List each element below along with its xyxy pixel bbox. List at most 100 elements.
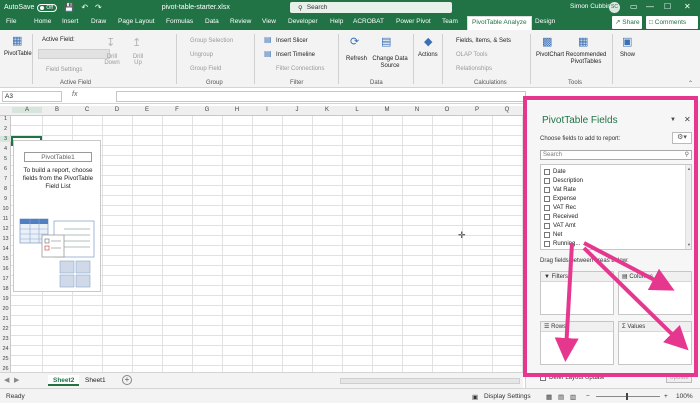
horizontal-scrollbar[interactable] <box>340 378 520 384</box>
tab-page-layout[interactable]: Page Layout <box>118 18 155 25</box>
field-checkbox[interactable] <box>544 232 550 238</box>
row-header[interactable]: 2 <box>0 126 11 132</box>
formula-input[interactable] <box>116 91 526 102</box>
fx-icon[interactable]: fx <box>72 91 77 98</box>
pane-options-icon[interactable]: ▼ <box>670 117 676 123</box>
tab-power-pivot[interactable]: Power Pivot <box>396 18 431 25</box>
column-header[interactable]: M <box>372 107 402 113</box>
row-header[interactable]: 17 <box>0 276 11 282</box>
row-header[interactable]: 15 <box>0 256 11 262</box>
row-header[interactable]: 7 <box>0 176 11 182</box>
sheet-tab-sheet1[interactable]: Sheet1 <box>80 375 111 386</box>
save-icon[interactable]: 💾 <box>64 3 74 12</box>
column-header[interactable]: N <box>402 107 432 113</box>
tab-design[interactable]: Design <box>535 18 555 25</box>
zoom-out-icon[interactable]: − <box>586 393 590 400</box>
minimize-icon[interactable]: — <box>646 2 654 11</box>
refresh-button[interactable]: Refresh <box>346 56 367 62</box>
defer-layout-update[interactable]: Defer Layout Update <box>540 375 604 381</box>
column-header[interactable]: O <box>432 107 462 113</box>
rows-area[interactable]: ☰ Rows <box>540 321 614 365</box>
gear-icon[interactable]: ⚙▾ <box>672 132 692 144</box>
row-header[interactable]: 3 <box>0 136 11 142</box>
pivottable-placeholder[interactable]: PivotTable1 To build a report, choose fi… <box>13 140 101 292</box>
fields-items-sets-button[interactable]: Fields, Items, & Sets <box>456 38 511 44</box>
row-header[interactable]: 25 <box>0 356 11 362</box>
zoom-level[interactable]: 100% <box>676 393 693 400</box>
zoom-slider-handle[interactable] <box>626 393 628 400</box>
close-icon[interactable]: ✕ <box>684 115 691 124</box>
display-settings-button[interactable]: Display Settings <box>484 393 531 400</box>
column-header[interactable]: F <box>162 107 192 113</box>
maximize-icon[interactable]: ☐ <box>664 2 671 11</box>
autosave-toggle[interactable]: Off <box>37 3 58 12</box>
column-header[interactable]: I <box>252 107 282 113</box>
field-checkbox[interactable] <box>544 205 550 211</box>
field-item-net[interactable]: Net <box>544 232 562 238</box>
page-layout-view-icon[interactable]: ▤ <box>558 393 564 401</box>
name-box[interactable]: A3 <box>2 91 62 102</box>
share-button[interactable]: ↗ Share <box>612 16 642 29</box>
row-header[interactable]: 24 <box>0 346 11 352</box>
row-header[interactable]: 19 <box>0 296 11 302</box>
change-data-source-button[interactable]: Change Data Source <box>370 56 410 70</box>
tab-pivottable-analyze[interactable]: PivotTable Analyze <box>467 16 532 30</box>
filters-area[interactable]: ▼ Filters <box>540 271 614 315</box>
undo-icon[interactable]: ↶ <box>81 3 88 12</box>
row-header[interactable]: 22 <box>0 326 11 332</box>
collapse-ribbon-icon[interactable]: ⌃ <box>688 80 693 87</box>
zoom-slider[interactable] <box>596 396 660 397</box>
row-header[interactable]: 12 <box>0 226 11 232</box>
row-header[interactable]: 8 <box>0 186 11 192</box>
row-header[interactable]: 1 <box>0 116 11 122</box>
column-header[interactable]: A <box>12 107 42 113</box>
row-header[interactable]: 13 <box>0 236 11 242</box>
field-search-input[interactable]: Search ⚲ <box>540 150 692 160</box>
field-checkbox[interactable] <box>544 223 550 229</box>
scroll-right-icon[interactable]: ▶ <box>14 376 19 384</box>
column-header[interactable]: D <box>102 107 132 113</box>
filter-connections-button[interactable]: Filter Connections <box>276 66 324 72</box>
relationships-button[interactable]: Relationships <box>456 66 492 72</box>
column-header[interactable]: P <box>462 107 492 113</box>
row-header[interactable]: 9 <box>0 196 11 202</box>
tab-help[interactable]: Help <box>330 18 343 25</box>
column-header[interactable]: E <box>132 107 162 113</box>
autosave[interactable]: AutoSave Off <box>4 3 58 12</box>
actions-button[interactable]: Actions <box>418 52 438 58</box>
row-header[interactable]: 20 <box>0 306 11 312</box>
field-item-description[interactable]: Description <box>544 178 583 184</box>
scroll-left-icon[interactable]: ◀ <box>4 376 9 384</box>
tab-draw[interactable]: Draw <box>91 18 106 25</box>
ungroup-button[interactable]: Ungroup <box>190 52 213 58</box>
active-field-input[interactable] <box>38 49 110 59</box>
tab-acrobat[interactable]: ACROBAT <box>353 18 384 25</box>
field-checkbox[interactable] <box>544 241 550 247</box>
insert-timeline-button[interactable]: Insert Timeline <box>276 52 315 58</box>
tab-view[interactable]: View <box>262 18 276 25</box>
sheet-tab-sheet2[interactable]: Sheet2 <box>48 375 80 386</box>
column-header[interactable]: H <box>222 107 252 113</box>
columns-area[interactable]: ▤ Columns <box>618 271 692 315</box>
column-header[interactable]: B <box>42 107 72 113</box>
update-button[interactable]: Update <box>666 373 692 383</box>
field-settings-button[interactable]: Field Settings <box>46 67 82 73</box>
display-settings-icon[interactable]: ▣ <box>472 393 478 401</box>
tab-insert[interactable]: Insert <box>62 18 78 25</box>
row-header[interactable]: 23 <box>0 336 11 342</box>
row-header[interactable]: 4 <box>0 146 11 152</box>
defer-checkbox[interactable] <box>540 375 546 381</box>
field-item-vat-rec[interactable]: VAT Rec <box>544 205 576 211</box>
scroll-down-icon[interactable]: ▼ <box>686 242 691 247</box>
tab-file[interactable]: File <box>6 18 16 25</box>
row-header[interactable]: 11 <box>0 216 11 222</box>
field-item-received[interactable]: Received <box>544 214 578 220</box>
tab-home[interactable]: Home <box>34 18 51 25</box>
comments-button[interactable]: □ Comments <box>646 16 698 29</box>
field-checkbox[interactable] <box>544 187 550 193</box>
tab-team[interactable]: Team <box>442 18 458 25</box>
field-item-date[interactable]: Date <box>544 169 566 175</box>
field-list-scrollbar[interactable]: ▲ ▼ <box>685 165 691 249</box>
group-selection-button[interactable]: Group Selection <box>190 38 233 44</box>
insert-slicer-button[interactable]: Insert Slicer <box>276 38 308 44</box>
